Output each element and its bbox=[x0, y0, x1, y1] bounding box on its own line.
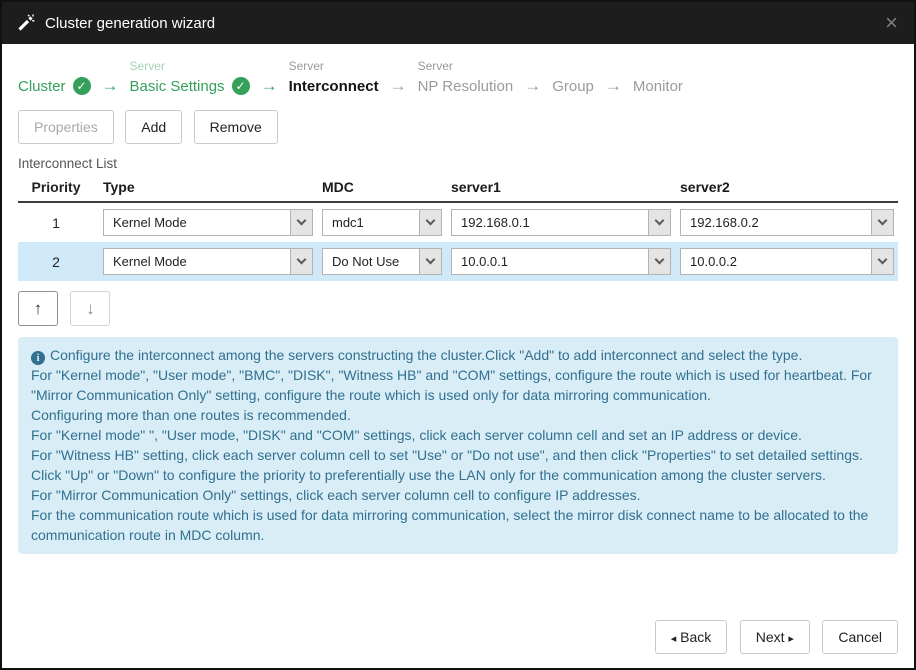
step-arrow-icon: → bbox=[102, 76, 119, 96]
toolbar: Properties Add Remove bbox=[18, 110, 898, 144]
step-basic-settings[interactable]: Server Basic Settings ✓ bbox=[130, 58, 250, 97]
info-paragraph: For "Kernel mode" ", "User mode, "DISK" … bbox=[31, 425, 885, 445]
server2-dropdown[interactable]: 10.0.0.2 bbox=[680, 248, 894, 275]
chevron-down-icon[interactable] bbox=[290, 249, 312, 274]
step-cluster[interactable]: Cluster ✓ bbox=[18, 58, 91, 97]
properties-button[interactable]: Properties bbox=[18, 110, 114, 144]
step-label: Interconnect bbox=[289, 78, 379, 95]
step-label: Basic Settings bbox=[130, 78, 225, 95]
info-paragraph: For the communication route which is use… bbox=[31, 505, 885, 545]
chevron-down-icon[interactable] bbox=[871, 249, 893, 274]
info-paragraph: Click "Up" or "Down" to configure the pr… bbox=[31, 465, 885, 485]
move-up-button[interactable]: ↑ bbox=[18, 291, 58, 326]
check-circle-icon: ✓ bbox=[73, 77, 91, 95]
chevron-down-icon[interactable] bbox=[419, 210, 441, 235]
step-sublabel: Server bbox=[130, 58, 250, 75]
col-server1: server1 bbox=[451, 179, 671, 195]
magic-wand-icon bbox=[16, 13, 36, 33]
interconnect-list-title: Interconnect List bbox=[18, 156, 898, 171]
cluster-generation-wizard-dialog: Cluster generation wizard × Cluster ✓ → S… bbox=[0, 0, 916, 670]
step-arrow-icon: → bbox=[261, 76, 278, 96]
mdc-dropdown[interactable]: mdc1 bbox=[322, 209, 442, 236]
step-arrow-icon: → bbox=[390, 76, 407, 96]
table-header: Priority Type MDC server1 server2 bbox=[18, 177, 898, 203]
step-sublabel: Server bbox=[418, 58, 514, 75]
step-label: Monitor bbox=[633, 78, 683, 95]
server1-dropdown[interactable]: 10.0.0.1 bbox=[451, 248, 671, 275]
titlebar: Cluster generation wizard × bbox=[2, 2, 914, 44]
close-icon[interactable]: × bbox=[883, 12, 900, 34]
step-group[interactable]: Group bbox=[552, 58, 594, 97]
step-monitor[interactable]: Monitor bbox=[633, 58, 683, 97]
down-arrow-icon: ↓ bbox=[86, 299, 95, 319]
window-title: Cluster generation wizard bbox=[45, 15, 215, 32]
wizard-steps: Cluster ✓ → Server Basic Settings ✓ → Serv… bbox=[18, 58, 898, 97]
server1-dropdown[interactable]: 192.168.0.1 bbox=[451, 209, 671, 236]
step-arrow-icon: → bbox=[524, 76, 541, 96]
chevron-down-icon[interactable] bbox=[871, 210, 893, 235]
type-dropdown[interactable]: Kernel Mode bbox=[103, 209, 313, 236]
priority-controls: ↑ ↓ bbox=[18, 291, 898, 326]
footer: ◂ Back Next ▸ Cancel bbox=[2, 608, 914, 668]
step-label: Cluster bbox=[18, 78, 66, 95]
priority-cell: 2 bbox=[18, 254, 94, 270]
next-triangle-icon: ▸ bbox=[788, 633, 794, 645]
info-paragraph: Configuring more than one routes is reco… bbox=[31, 405, 885, 425]
col-mdc: MDC bbox=[322, 179, 442, 195]
step-np-resolution[interactable]: Server NP Resolution bbox=[418, 58, 514, 97]
col-type: Type bbox=[103, 179, 313, 195]
add-button[interactable]: Add bbox=[125, 110, 182, 144]
info-paragraph: For "Kernel mode", "User mode", "BMC", "… bbox=[31, 365, 885, 405]
back-triangle-icon: ◂ bbox=[671, 633, 677, 645]
mdc-dropdown[interactable]: Do Not Use bbox=[322, 248, 442, 275]
cancel-button[interactable]: Cancel bbox=[822, 620, 898, 654]
remove-button[interactable]: Remove bbox=[194, 110, 278, 144]
info-paragraph: iConfigure the interconnect among the se… bbox=[31, 345, 885, 365]
step-label: NP Resolution bbox=[418, 78, 514, 95]
table-row[interactable]: 2 Kernel Mode Do Not Use 10.0.0.1 10.0.0… bbox=[18, 242, 898, 281]
step-label: Group bbox=[552, 78, 594, 95]
priority-cell: 1 bbox=[18, 215, 94, 231]
next-button[interactable]: Next ▸ bbox=[740, 620, 810, 654]
info-box: iConfigure the interconnect among the se… bbox=[18, 337, 898, 554]
chevron-down-icon[interactable] bbox=[290, 210, 312, 235]
check-circle-icon: ✓ bbox=[232, 77, 250, 95]
info-paragraph: For "Witness HB" setting, click each ser… bbox=[31, 445, 885, 465]
step-interconnect[interactable]: Server Interconnect bbox=[289, 58, 379, 97]
chevron-down-icon[interactable] bbox=[419, 249, 441, 274]
chevron-down-icon[interactable] bbox=[648, 249, 670, 274]
step-arrow-icon: → bbox=[605, 76, 622, 96]
back-button[interactable]: ◂ Back bbox=[655, 620, 728, 654]
interconnect-table: Priority Type MDC server1 server2 1 Kern… bbox=[18, 177, 898, 281]
up-arrow-icon: ↑ bbox=[34, 299, 43, 319]
col-server2: server2 bbox=[680, 179, 894, 195]
server2-dropdown[interactable]: 192.168.0.2 bbox=[680, 209, 894, 236]
chevron-down-icon[interactable] bbox=[648, 210, 670, 235]
move-down-button[interactable]: ↓ bbox=[70, 291, 110, 326]
table-row[interactable]: 1 Kernel Mode mdc1 192.168.0.1 192.168.0… bbox=[18, 203, 898, 242]
info-paragraph: For "Mirror Communication Only" settings… bbox=[31, 485, 885, 505]
col-priority: Priority bbox=[18, 179, 94, 195]
step-sublabel: Server bbox=[289, 58, 379, 75]
info-icon: i bbox=[31, 351, 45, 365]
type-dropdown[interactable]: Kernel Mode bbox=[103, 248, 313, 275]
